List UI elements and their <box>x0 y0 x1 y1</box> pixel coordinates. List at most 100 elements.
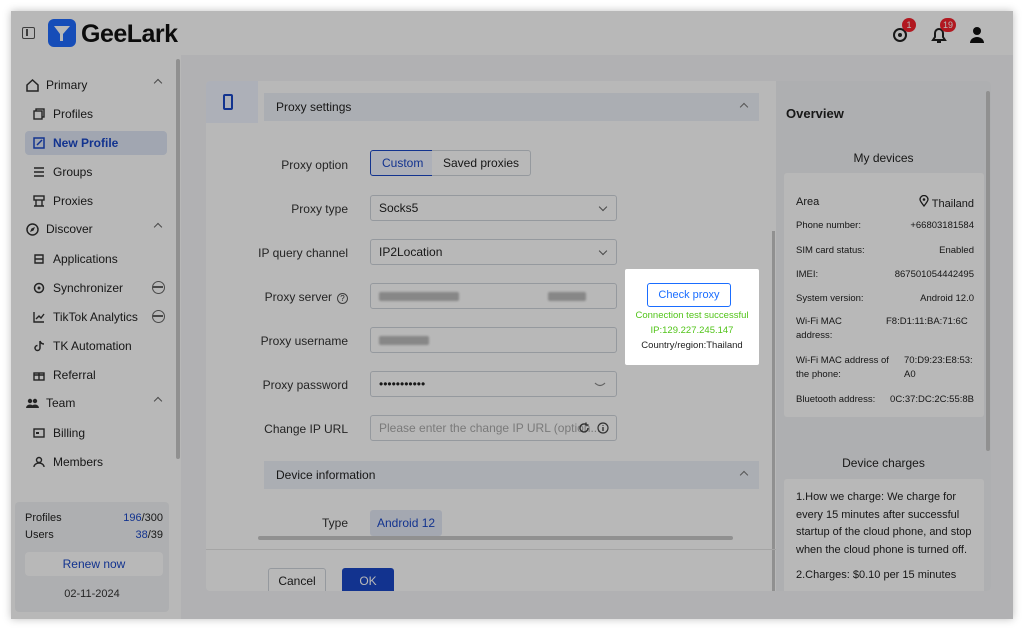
sidebar-item-label: TikTok Analytics <box>53 310 138 324</box>
renew-now-button[interactable]: Renew now <box>25 552 163 576</box>
proxy-option-custom[interactable]: Custom <box>370 150 436 176</box>
sidebar-item-label: Applications <box>53 252 118 266</box>
proxy-option-label: Proxy option <box>281 158 348 172</box>
sidebar: Primary Profiles New Profile Groups Prox… <box>11 55 181 619</box>
sidebar-scrollbar[interactable] <box>176 59 180 459</box>
overview-scrollbar[interactable] <box>986 91 990 451</box>
plan-expiry-date: 02-11-2024 <box>64 588 120 600</box>
chevron-up-icon <box>153 396 163 406</box>
ip-query-value: IP2Location <box>379 245 443 259</box>
charges-description: 1.How we charge: We charge for every 15 … <box>796 489 976 585</box>
edit-icon <box>32 136 46 150</box>
billing-icon <box>32 426 46 440</box>
proxy-type-select[interactable]: Socks5 <box>370 195 617 221</box>
profiles-usage: Profiles 196/300 <box>25 512 163 524</box>
kv-key: Wi-Fi MAC address: <box>796 316 842 341</box>
compass-icon <box>25 222 39 236</box>
bluetooth-row: Bluetooth address: 0C:37:DC:2C:55:8B <box>796 393 974 407</box>
notifications-button[interactable]: 19 <box>928 18 957 46</box>
help-icon[interactable]: ? <box>337 293 348 304</box>
form-vertical-scrollbar[interactable] <box>772 231 775 591</box>
proxy-username-input[interactable] <box>370 327 617 353</box>
ip-query-select[interactable]: IP2Location <box>370 239 617 265</box>
footer-divider <box>206 549 776 550</box>
geelark-logo-icon <box>48 19 76 47</box>
charges-card: 1.How we charge: We charge for every 15 … <box>784 479 984 591</box>
kv-value: 0C:37:DC:2C:55:8B <box>890 394 974 405</box>
sidebar-item-groups[interactable]: Groups <box>25 160 167 184</box>
sidebar-section-label: Team <box>46 396 76 410</box>
kv-value: Android 12.0 <box>920 293 974 304</box>
sidebar-item-billing[interactable]: Billing <box>25 421 167 445</box>
profiles-usage-label: Profiles <box>25 512 62 524</box>
sidebar-item-proxies[interactable]: Proxies <box>25 189 167 213</box>
horizontal-scrollbar[interactable] <box>258 536 733 540</box>
sidebar-item-label: Profiles <box>53 107 94 121</box>
user-icon <box>970 27 984 43</box>
kv-key: IMEI: <box>796 269 819 280</box>
charge-rule-1: 1.How we charge: We charge for every 15 … <box>796 491 972 556</box>
profiles-total: /300 <box>141 512 163 524</box>
alert-button[interactable]: 1 <box>889 18 916 46</box>
type-android-12[interactable]: Android 12 <box>370 510 443 536</box>
sidebar-item-synchronizer[interactable]: Synchronizer <box>25 276 167 300</box>
sidebar-section-label: Primary <box>46 78 88 92</box>
kv-key: Bluetooth address: <box>796 394 876 405</box>
kv-value: +66803181584 <box>910 220 974 231</box>
type-label: Type <box>321 516 348 530</box>
charge-rule-2: 2.Charges: $0.10 per 15 minutes <box>796 569 957 581</box>
redacted-port <box>548 292 586 301</box>
area-row: Area Thailand <box>796 194 974 211</box>
proxy-username-label: Proxy username <box>260 334 348 348</box>
phone-number-row: Phone number: +66803181584 <box>796 219 974 233</box>
sidebar-item-members[interactable]: Members <box>25 450 167 474</box>
chevron-up-icon <box>153 78 163 88</box>
sidebar-item-profiles[interactable]: Profiles <box>25 102 167 126</box>
proxy-settings-header[interactable]: Proxy settings <box>264 93 759 121</box>
proxy-option-saved[interactable]: Saved proxies <box>432 150 532 176</box>
sidebar-item-new-profile[interactable]: New Profile <box>25 131 167 155</box>
check-proxy-button[interactable]: Check proxy <box>647 283 731 307</box>
chevron-down-icon <box>598 202 608 212</box>
brand-name: GeeLark <box>81 20 178 48</box>
sidebar-item-label: TK Automation <box>53 339 132 353</box>
proxy-password-input[interactable]: ••••••••••• <box>370 371 617 397</box>
location-pin-icon <box>919 194 929 208</box>
proxy-server-input[interactable] <box>370 283 617 309</box>
sidebar-item-referral[interactable]: Referral <box>25 363 167 387</box>
plan-usage-panel: Profiles 196/300 Users 38/39 Renew now 0… <box>15 502 169 612</box>
tiktok-icon <box>32 339 46 353</box>
sidebar-section-primary[interactable]: Primary <box>25 73 167 97</box>
redacted-username <box>379 336 429 346</box>
imei-row: IMEI: 867501054442495 <box>796 268 974 282</box>
globe-icon <box>152 310 165 323</box>
ok-button[interactable]: OK <box>342 568 394 591</box>
device-charges-heading: Device charges <box>842 456 925 470</box>
sidebar-toggle-icon[interactable] <box>22 27 35 39</box>
app-window: GeeLark 1 19 Primary Profiles New Profil… <box>11 11 1013 619</box>
check-proxy-panel: Check proxy Connection test successful I… <box>625 269 759 365</box>
sidebar-item-label: Billing <box>53 426 86 440</box>
sidebar-section-team[interactable]: Team <box>25 391 167 415</box>
change-ip-input[interactable]: Please enter the change IP URL (option..… <box>370 415 617 441</box>
kv-key: Phone number: <box>796 220 861 231</box>
sidebar-item-tk-automation[interactable]: TK Automation <box>25 334 167 358</box>
copy-icon <box>32 107 46 121</box>
sidebar-item-label: Proxies <box>53 194 94 208</box>
cancel-button[interactable]: Cancel <box>268 568 326 591</box>
eye-closed-icon[interactable] <box>594 381 606 389</box>
sidebar-section-discover[interactable]: Discover <box>25 217 167 241</box>
device-information-header[interactable]: Device information <box>264 461 759 489</box>
gift-icon <box>32 368 46 382</box>
user-menu-button[interactable] <box>966 24 988 46</box>
sidebar-item-applications[interactable]: Applications <box>25 247 167 271</box>
device-tab[interactable] <box>206 81 258 123</box>
refresh-icon[interactable] <box>578 422 590 434</box>
sim-status-row: SIM card status: Enabled <box>796 244 974 258</box>
ip-query-label: IP query channel <box>258 246 348 260</box>
info-icon[interactable] <box>597 422 609 434</box>
globe-icon <box>152 281 165 294</box>
device-info-card: Area Thailand Phone number: +66803181584 … <box>784 173 984 417</box>
sidebar-item-label: Synchronizer <box>53 281 124 295</box>
sidebar-item-tiktok-analytics[interactable]: TikTok Analytics <box>25 305 167 329</box>
